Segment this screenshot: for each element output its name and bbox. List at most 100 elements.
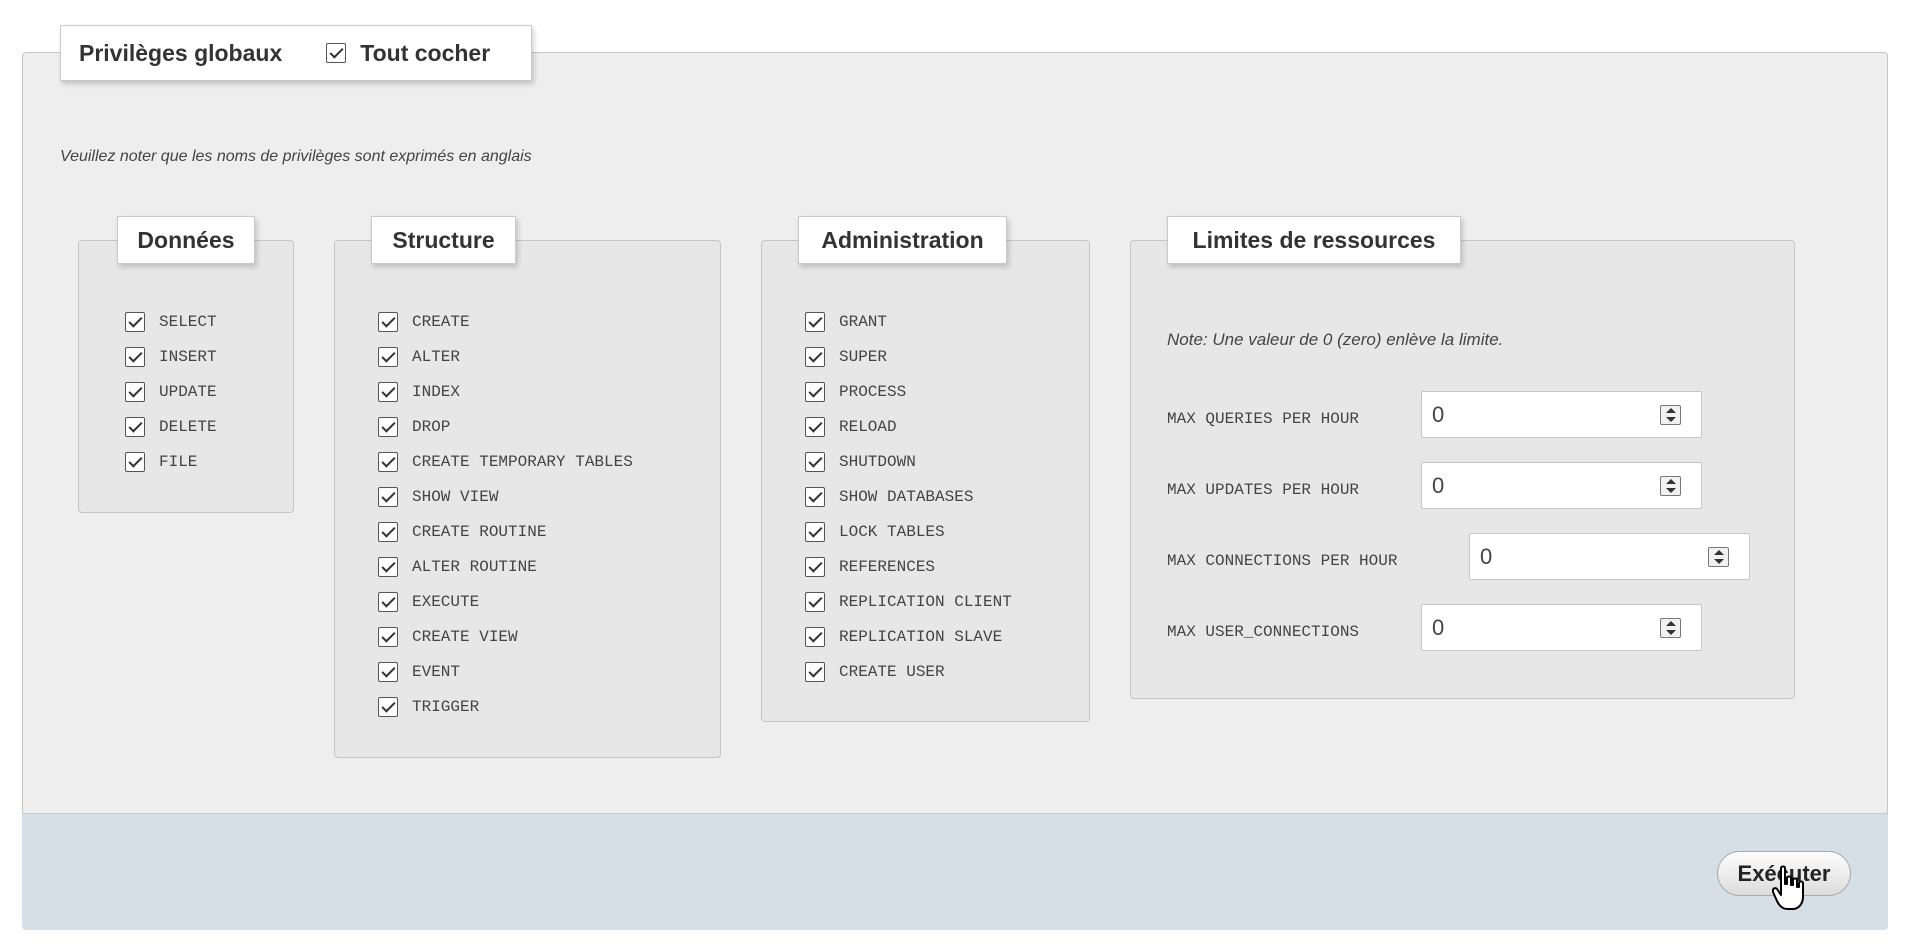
privilege-shutdown[interactable]: SHUTDOWN (805, 447, 916, 477)
privilege-create-temporary-tables[interactable]: CREATE TEMPORARY TABLES (378, 447, 633, 477)
checkbox-checked-icon[interactable] (125, 312, 145, 332)
checkbox-checked-icon[interactable] (378, 312, 398, 332)
checkbox-checked-icon[interactable] (378, 487, 398, 507)
privilege-create-routine[interactable]: CREATE ROUTINE (378, 517, 546, 547)
checkbox-checked-icon[interactable] (805, 452, 825, 472)
privilege-label[interactable]: REPLICATION SLAVE (839, 628, 1002, 646)
privilege-label[interactable]: REFERENCES (839, 558, 935, 576)
limit-value[interactable]: 0 (1432, 615, 1444, 641)
privilege-label[interactable]: CREATE ROUTINE (412, 523, 546, 541)
privilege-alter[interactable]: ALTER (378, 342, 460, 372)
privilege-label[interactable]: ALTER ROUTINE (412, 558, 537, 576)
privilege-label[interactable]: CREATE (412, 313, 470, 331)
privilege-label[interactable]: GRANT (839, 313, 887, 331)
limit-input-max-connections-per-hour[interactable]: 0 (1469, 533, 1750, 580)
checkbox-checked-icon[interactable] (378, 557, 398, 577)
checkbox-checked-icon[interactable] (805, 382, 825, 402)
privilege-label[interactable]: REPLICATION CLIENT (839, 593, 1012, 611)
privilege-index[interactable]: INDEX (378, 377, 460, 407)
checkbox-checked-icon[interactable] (378, 417, 398, 437)
privilege-label[interactable]: TRIGGER (412, 698, 479, 716)
privilege-label[interactable]: CREATE TEMPORARY TABLES (412, 453, 633, 471)
limit-input-max-updates-per-hour[interactable]: 0 (1421, 462, 1702, 509)
privilege-insert[interactable]: INSERT (125, 342, 217, 372)
spinner-updown-icon[interactable] (1660, 476, 1681, 496)
privilege-label[interactable]: SELECT (159, 313, 217, 331)
checkbox-checked-icon[interactable] (378, 347, 398, 367)
privilege-references[interactable]: REFERENCES (805, 552, 935, 582)
check-all-checkbox-icon[interactable] (326, 43, 347, 63)
checkbox-checked-icon[interactable] (125, 417, 145, 437)
limit-value[interactable]: 0 (1432, 473, 1444, 499)
checkbox-checked-icon[interactable] (805, 487, 825, 507)
checkbox-checked-icon[interactable] (125, 382, 145, 402)
privilege-grant[interactable]: GRANT (805, 307, 887, 337)
privilege-label[interactable]: DELETE (159, 418, 217, 436)
privilege-label[interactable]: CREATE USER (839, 663, 945, 681)
check-all-label[interactable]: Tout cocher (360, 40, 490, 67)
privilege-create[interactable]: CREATE (378, 307, 470, 337)
privilege-alter-routine[interactable]: ALTER ROUTINE (378, 552, 537, 582)
privilege-label[interactable]: LOCK TABLES (839, 523, 945, 541)
privilege-super[interactable]: SUPER (805, 342, 887, 372)
checkbox-checked-icon[interactable] (805, 417, 825, 437)
checkbox-checked-icon[interactable] (805, 347, 825, 367)
limit-input-max-queries-per-hour[interactable]: 0 (1421, 391, 1702, 438)
privilege-label[interactable]: EVENT (412, 663, 460, 681)
checkbox-checked-icon[interactable] (378, 452, 398, 472)
privilege-lock-tables[interactable]: LOCK TABLES (805, 517, 945, 547)
checkbox-checked-icon[interactable] (805, 312, 825, 332)
checkbox-checked-icon[interactable] (378, 627, 398, 647)
privilege-label[interactable]: PROCESS (839, 383, 906, 401)
checkbox-checked-icon[interactable] (378, 592, 398, 612)
privilege-label[interactable]: INSERT (159, 348, 217, 366)
privilege-label[interactable]: SHOW VIEW (412, 488, 498, 506)
privilege-label[interactable]: SHUTDOWN (839, 453, 916, 471)
privilege-label[interactable]: RELOAD (839, 418, 897, 436)
privilege-drop[interactable]: DROP (378, 412, 450, 442)
checkbox-checked-icon[interactable] (125, 347, 145, 367)
privilege-label[interactable]: INDEX (412, 383, 460, 401)
limit-label-max-queries-per-hour: MAX QUERIES PER HOUR (1167, 410, 1360, 428)
privilege-reload[interactable]: RELOAD (805, 412, 897, 442)
checkbox-checked-icon[interactable] (378, 382, 398, 402)
spinner-updown-icon[interactable] (1660, 405, 1681, 425)
checkbox-checked-icon[interactable] (805, 592, 825, 612)
limit-value[interactable]: 0 (1480, 544, 1492, 570)
privilege-select[interactable]: SELECT (125, 307, 217, 337)
privilege-create-view[interactable]: CREATE VIEW (378, 622, 518, 652)
spinner-updown-icon[interactable] (1660, 618, 1681, 638)
checkbox-checked-icon[interactable] (125, 452, 145, 472)
privilege-label[interactable]: UPDATE (159, 383, 217, 401)
checkbox-checked-icon[interactable] (378, 662, 398, 682)
privilege-show-view[interactable]: SHOW VIEW (378, 482, 498, 512)
privilege-label[interactable]: DROP (412, 418, 450, 436)
privilege-label[interactable]: SHOW DATABASES (839, 488, 973, 506)
privilege-update[interactable]: UPDATE (125, 377, 217, 407)
limit-input-max-user-connections[interactable]: 0 (1421, 604, 1702, 651)
spinner-updown-icon[interactable] (1708, 547, 1729, 567)
privilege-label[interactable]: FILE (159, 453, 197, 471)
checkbox-checked-icon[interactable] (378, 697, 398, 717)
privilege-replication-client[interactable]: REPLICATION CLIENT (805, 587, 1012, 617)
checkbox-checked-icon[interactable] (805, 662, 825, 682)
privilege-show-databases[interactable]: SHOW DATABASES (805, 482, 973, 512)
privilege-trigger[interactable]: TRIGGER (378, 692, 479, 722)
privilege-process[interactable]: PROCESS (805, 377, 906, 407)
privilege-file[interactable]: FILE (125, 447, 197, 477)
privilege-label[interactable]: SUPER (839, 348, 887, 366)
limit-value[interactable]: 0 (1432, 402, 1444, 428)
privilege-event[interactable]: EVENT (378, 657, 460, 687)
privilege-label[interactable]: CREATE VIEW (412, 628, 518, 646)
privilege-delete[interactable]: DELETE (125, 412, 217, 442)
checkbox-checked-icon[interactable] (378, 522, 398, 542)
checkbox-checked-icon[interactable] (805, 557, 825, 577)
privilege-execute[interactable]: EXECUTE (378, 587, 479, 617)
check-all-toggle[interactable]: Tout cocher (326, 40, 490, 67)
privilege-replication-slave[interactable]: REPLICATION SLAVE (805, 622, 1002, 652)
privilege-label[interactable]: ALTER (412, 348, 460, 366)
checkbox-checked-icon[interactable] (805, 627, 825, 647)
privilege-label[interactable]: EXECUTE (412, 593, 479, 611)
checkbox-checked-icon[interactable] (805, 522, 825, 542)
privilege-create-user[interactable]: CREATE USER (805, 657, 945, 687)
